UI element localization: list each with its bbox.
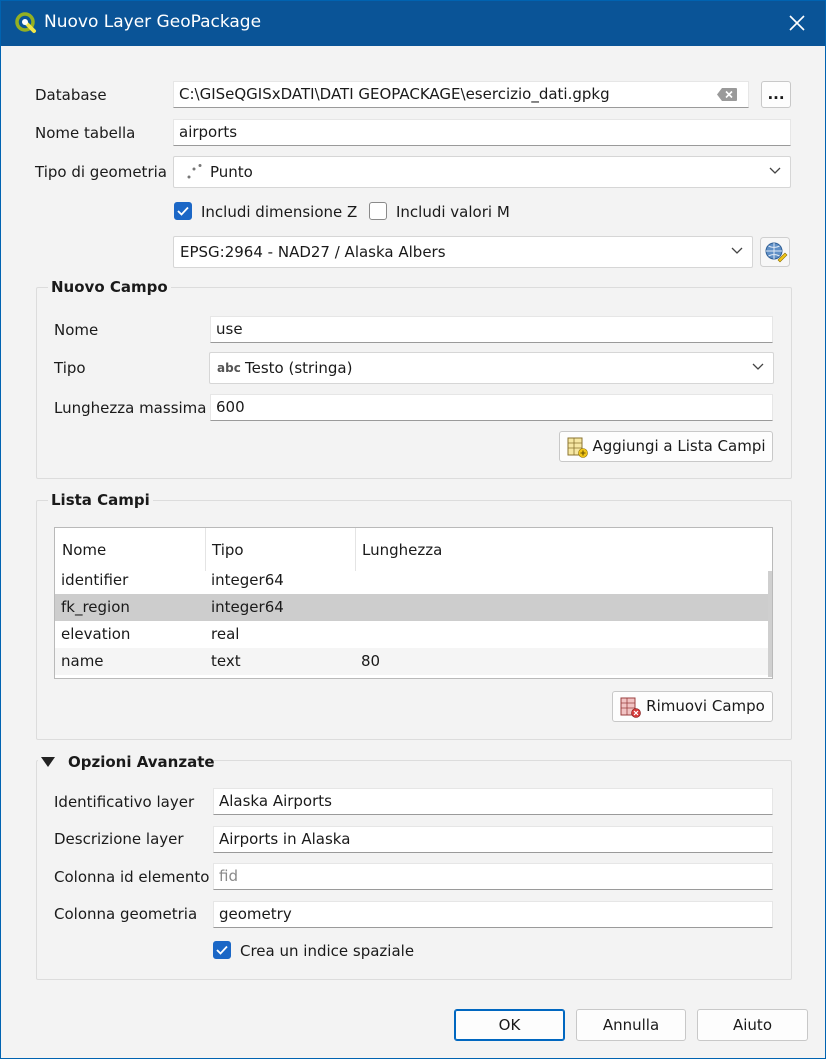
column-header-type[interactable]: Tipo xyxy=(212,541,244,559)
advanced-options-title: Opzioni Avanzate xyxy=(68,753,215,771)
field-type-select[interactable]: abc Testo (stringa) xyxy=(209,352,774,384)
max-length-label: Lunghezza massima xyxy=(54,399,207,417)
cancel-button[interactable]: Annulla xyxy=(576,1009,686,1041)
feature-id-column-input[interactable]: fid xyxy=(213,863,773,890)
row-name-cell: identifier xyxy=(61,571,129,589)
field-list-table[interactable]: Nome Tipo Lunghezza identifier integer64… xyxy=(54,527,773,679)
geometry-type-value: Punto xyxy=(210,163,253,181)
window-title: Nuovo Layer GeoPackage xyxy=(44,12,262,32)
column-header-name[interactable]: Nome xyxy=(62,541,106,559)
spatial-index-label[interactable]: Crea un indice spaziale xyxy=(240,942,414,960)
spatial-index-checkbox[interactable] xyxy=(213,941,231,959)
row-name-cell: fk_region xyxy=(61,598,130,616)
geometry-type-select[interactable]: Punto xyxy=(173,156,791,188)
field-type-value: Testo (stringa) xyxy=(245,359,353,377)
max-length-value: 600 xyxy=(216,398,245,416)
clear-backspace-icon[interactable] xyxy=(716,87,738,102)
column-header-length[interactable]: Lunghezza xyxy=(362,541,442,559)
layer-description-input[interactable]: Airports in Alaska xyxy=(213,826,773,853)
crs-select[interactable]: EPSG:2964 - NAD27 / Alaska Albers xyxy=(173,236,753,268)
qgis-logo-icon xyxy=(15,12,36,33)
table-name-label: Nome tabella xyxy=(35,124,136,142)
include-m-checkbox[interactable] xyxy=(369,202,387,220)
checkmark-icon xyxy=(177,206,189,216)
field-name-input[interactable]: use xyxy=(210,316,773,343)
crs-selector-globe-icon[interactable] xyxy=(760,237,790,267)
chevron-down-icon xyxy=(769,167,781,174)
remove-field-icon xyxy=(620,697,641,718)
database-path-input[interactable]: C:\GISeQGISxDATI\DATI GEOPACKAGE\eserciz… xyxy=(173,81,749,108)
include-z-label[interactable]: Includi dimensione Z xyxy=(201,203,357,221)
layer-description-label: Descrizione layer xyxy=(54,830,184,848)
point-geometry-icon xyxy=(187,164,202,179)
collapse-triangle-icon xyxy=(41,757,55,767)
feature-id-column-placeholder: fid xyxy=(219,867,238,885)
checkmark-icon xyxy=(216,945,228,955)
row-type-cell: real xyxy=(211,625,240,643)
table-row[interactable]: elevation real xyxy=(55,621,772,648)
table-name-value: airports xyxy=(179,123,238,141)
geometry-column-input[interactable]: geometry xyxy=(213,901,773,928)
add-to-field-list-button[interactable]: Aggiungi a Lista Campi xyxy=(559,431,773,462)
layer-identifier-label: Identificativo layer xyxy=(54,793,195,811)
table-row-selected[interactable]: fk_region integer64 xyxy=(55,594,772,621)
layer-identifier-value: Alaska Airports xyxy=(219,792,332,810)
new-field-group-title: Nuovo Campo xyxy=(48,278,171,296)
advanced-options-toggle[interactable]: Opzioni Avanzate xyxy=(38,753,215,773)
add-field-icon xyxy=(567,437,588,458)
title-bar[interactable]: Nuovo Layer GeoPackage xyxy=(1,1,825,46)
close-icon[interactable] xyxy=(783,9,811,37)
include-m-label[interactable]: Includi valori M xyxy=(396,203,510,221)
field-name-value: use xyxy=(216,320,243,338)
feature-id-column-label: Colonna id elemento xyxy=(54,868,210,886)
geometry-column-value: geometry xyxy=(219,905,292,923)
layer-identifier-input[interactable]: Alaska Airports xyxy=(213,788,773,815)
geometry-column-label: Colonna geometria xyxy=(54,905,198,923)
layer-description-value: Airports in Alaska xyxy=(219,830,351,848)
dialog-window: Nuovo Layer GeoPackage Database C:\GISeQ… xyxy=(0,0,826,1059)
database-label: Database xyxy=(35,86,107,104)
ok-button[interactable]: OK xyxy=(454,1009,565,1041)
table-header: Nome Tipo Lunghezza xyxy=(55,528,772,571)
field-name-label: Nome xyxy=(54,321,99,339)
table-name-input[interactable]: airports xyxy=(173,119,791,146)
chevron-down-icon xyxy=(752,363,764,370)
chevron-down-icon xyxy=(731,247,743,254)
crs-value: EPSG:2964 - NAD27 / Alaska Albers xyxy=(180,243,446,261)
table-row[interactable]: identifier integer64 xyxy=(55,567,772,594)
remove-field-button[interactable]: Rimuovi Campo xyxy=(612,691,773,722)
row-name-cell: name xyxy=(61,652,104,670)
row-length-cell: 80 xyxy=(361,652,381,670)
geometry-type-label: Tipo di geometria xyxy=(35,163,167,181)
include-z-checkbox[interactable] xyxy=(174,202,192,220)
browse-database-button[interactable]: ... xyxy=(761,81,791,108)
field-type-label: Tipo xyxy=(54,359,86,377)
max-length-input[interactable]: 600 xyxy=(210,394,773,421)
help-button[interactable]: Aiuto xyxy=(697,1009,808,1041)
add-to-field-list-label: Aggiungi a Lista Campi xyxy=(592,437,766,455)
row-name-cell: elevation xyxy=(61,625,131,643)
table-row[interactable]: name text 80 xyxy=(55,648,772,675)
database-path-value: C:\GISeQGISxDATI\DATI GEOPACKAGE\eserciz… xyxy=(179,85,610,103)
row-type-cell: text xyxy=(211,652,241,670)
remove-field-label: Rimuovi Campo xyxy=(646,697,765,715)
table-scrollbar[interactable] xyxy=(768,571,772,677)
field-list-group-title: Lista Campi xyxy=(48,491,153,509)
row-type-cell: integer64 xyxy=(211,598,284,616)
row-type-cell: integer64 xyxy=(211,571,284,589)
text-type-icon: abc xyxy=(217,361,241,375)
